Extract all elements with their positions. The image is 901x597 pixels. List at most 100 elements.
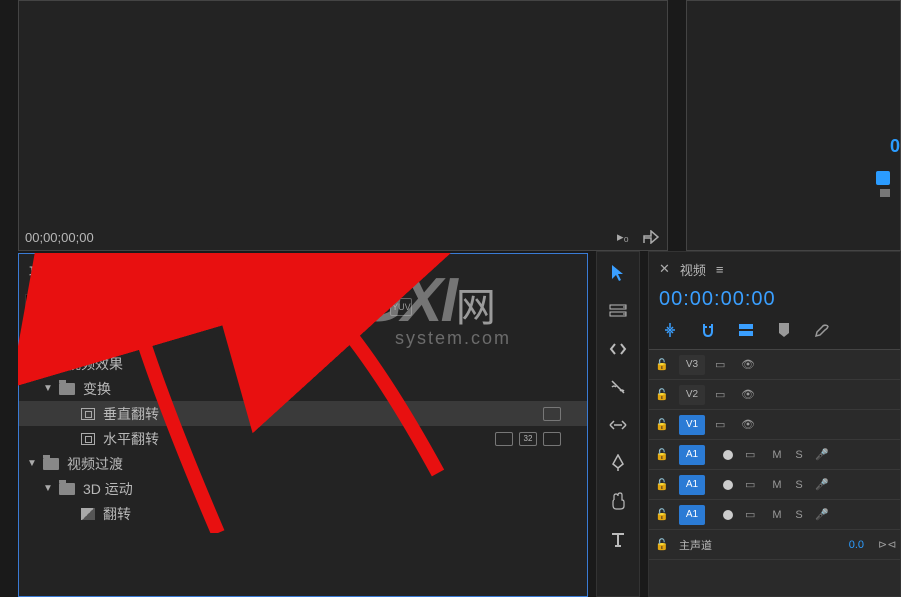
play-stop-icon[interactable]: ▸₀ — [613, 227, 633, 247]
toggle-sync-lock-icon[interactable]: ▭ — [745, 478, 761, 492]
audio-pan-slider[interactable] — [715, 507, 735, 523]
voice-over-icon[interactable]: 🎤 — [815, 478, 829, 491]
panel-menu-icon[interactable]: ≡ — [279, 264, 287, 280]
lock-icon[interactable]: 🔓 — [655, 538, 669, 551]
preview-viewport[interactable] — [19, 1, 667, 223]
tree-video-transitions[interactable]: ▼ 视频过渡 — [19, 451, 587, 476]
tree-label: 垂直翻转 — [103, 404, 159, 424]
toggle-sync-lock-icon[interactable]: ▭ — [745, 448, 761, 462]
toggle-track-output-icon[interactable]: 👁 — [741, 358, 757, 372]
ripple-edit-tool[interactable] — [605, 336, 631, 362]
transition-icon — [81, 508, 95, 520]
track-a2[interactable]: 🔓 A1 ▭ M S 🎤 — [649, 470, 900, 500]
search-input[interactable] — [46, 299, 274, 315]
toggle-track-output-icon[interactable]: 👁 — [741, 418, 757, 432]
toggle-sync-lock-icon[interactable]: ▭ — [745, 508, 761, 522]
toggle-track-output-icon[interactable]: 👁 — [741, 388, 757, 402]
marker-icon[interactable] — [775, 321, 793, 339]
track-a1[interactable]: 🔓 A1 ▭ M S 🎤 — [649, 440, 900, 470]
selection-tool[interactable] — [605, 260, 631, 286]
lock-icon[interactable]: 🔓 — [655, 388, 669, 401]
tab-project[interactable]: 项目: 未命名 — [25, 256, 111, 288]
fx-badge-32bit[interactable]: 32 — [358, 298, 380, 316]
voice-over-icon[interactable]: 🎤 — [815, 448, 829, 461]
track-label-a2[interactable]: A1 — [679, 475, 705, 495]
hand-tool[interactable] — [605, 488, 631, 514]
tree-horizontal-flip[interactable]: 水平翻转 32 — [19, 426, 587, 451]
audio-pan-slider[interactable] — [715, 477, 735, 493]
lock-icon[interactable]: 🔓 — [655, 448, 669, 461]
track-master[interactable]: 🔓 主声道 0.0 ⊳⊲ — [649, 530, 900, 560]
snap-icon[interactable] — [661, 321, 679, 339]
folder-icon — [43, 358, 59, 370]
mute-button[interactable]: M — [771, 479, 783, 491]
timeline-menu-icon[interactable]: ≡ — [716, 262, 724, 277]
voice-over-icon[interactable]: 🎤 — [815, 508, 829, 521]
effect-badge — [495, 432, 513, 446]
track-a3[interactable]: 🔓 A1 ▭ M S 🎤 — [649, 500, 900, 530]
solo-button[interactable]: S — [793, 509, 805, 521]
effect-icon — [81, 408, 95, 420]
toggle-sync-lock-icon[interactable]: ▭ — [715, 358, 731, 372]
export-frame-icon[interactable] — [641, 227, 661, 247]
timeline-title: 视频 — [680, 260, 706, 279]
lock-icon[interactable]: 🔓 — [655, 508, 669, 521]
track-select-tool[interactable] — [605, 298, 631, 324]
magnet-icon[interactable] — [699, 321, 717, 339]
timeline-timecode[interactable]: 00:00:00:00 — [649, 286, 900, 321]
razor-tool[interactable] — [605, 374, 631, 400]
master-meter-icon[interactable]: ⊳⊲ — [878, 538, 894, 552]
tree-label: 音频过渡 — [67, 329, 123, 349]
fx-badge-yuv[interactable]: YUV — [390, 298, 412, 316]
timeline-marker — [880, 189, 890, 197]
track-label-a3[interactable]: A1 — [679, 505, 705, 525]
mute-button[interactable]: M — [771, 509, 783, 521]
tree-transform[interactable]: ▼ 变换 — [19, 376, 587, 401]
chevron-down-icon: ▼ — [25, 458, 39, 469]
tree-label: 视频效果 — [67, 354, 123, 374]
lock-icon[interactable]: 🔓 — [655, 478, 669, 491]
tool-palette — [596, 251, 640, 597]
tree-audio-transitions[interactable]: ▶ 音频过渡 — [19, 326, 587, 351]
timeline-panel: ✕ 视频 ≡ 00:00:00:00 🔓 V3 ▭ 👁 🔓 V2 — [648, 251, 901, 597]
folder-icon — [43, 458, 59, 470]
effects-search-box[interactable]: I — [25, 294, 285, 320]
folder-icon — [59, 383, 75, 395]
type-tool[interactable] — [605, 526, 631, 552]
tree-video-effects[interactable]: ▼ 视频效果 — [19, 351, 587, 376]
tree-3d-motion[interactable]: ▼ 3D 运动 — [19, 476, 587, 501]
lock-icon[interactable]: 🔓 — [655, 418, 669, 431]
lock-icon[interactable]: 🔓 — [655, 358, 669, 371]
tab-subtitle[interactable]: 字幕 — [141, 256, 177, 288]
tree-label: 翻转 — [103, 504, 131, 524]
audio-pan-slider[interactable] — [715, 447, 735, 463]
track-v2[interactable]: 🔓 V2 ▭ 👁 — [649, 380, 900, 410]
preview-timecode[interactable]: 00;00;00;00 — [25, 230, 94, 245]
mute-button[interactable]: M — [771, 449, 783, 461]
fx-badge-accelerated[interactable] — [326, 298, 348, 316]
track-label-v2[interactable]: V2 — [679, 385, 705, 405]
track-label-v3[interactable]: V3 — [679, 355, 705, 375]
slip-tool[interactable] — [605, 412, 631, 438]
text-cursor-icon: I — [274, 298, 278, 316]
close-timeline-button[interactable]: ✕ — [659, 261, 670, 277]
tree-vertical-flip[interactable]: 垂直翻转 — [19, 401, 587, 426]
track-v1[interactable]: 🔓 V1 ▭ 👁 — [649, 410, 900, 440]
track-label-v1[interactable]: V1 — [679, 415, 705, 435]
tree-label: 视频过渡 — [67, 454, 123, 474]
toggle-sync-lock-icon[interactable]: ▭ — [715, 418, 731, 432]
linked-selection-icon[interactable] — [737, 321, 755, 339]
search-icon — [32, 300, 46, 314]
tab-effects[interactable]: 效果 — [207, 255, 243, 289]
track-label-a1[interactable]: A1 — [679, 445, 705, 465]
settings-icon[interactable] — [813, 321, 831, 339]
pen-tool[interactable] — [605, 450, 631, 476]
solo-button[interactable]: S — [793, 449, 805, 461]
clear-search-button[interactable]: ✕ — [291, 297, 316, 317]
master-level[interactable]: 0.0 — [849, 539, 868, 551]
solo-button[interactable]: S — [793, 479, 805, 491]
toggle-sync-lock-icon[interactable]: ▭ — [715, 388, 731, 402]
track-v3[interactable]: 🔓 V3 ▭ 👁 — [649, 350, 900, 380]
playhead-marker[interactable] — [876, 171, 890, 185]
tree-flip[interactable]: 翻转 — [19, 501, 587, 526]
